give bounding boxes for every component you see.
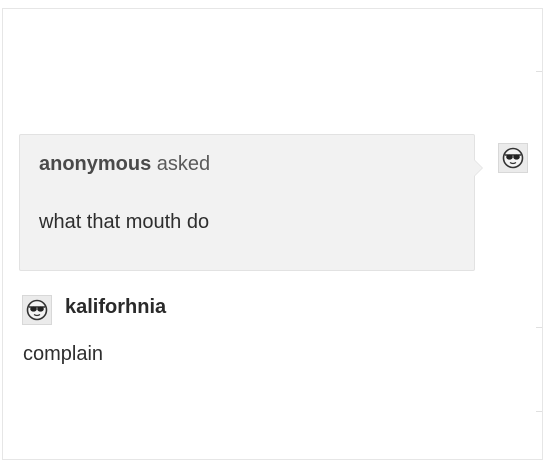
divider	[536, 71, 542, 72]
asker-line: anonymous asked	[39, 153, 210, 176]
question-text: what that mouth do	[39, 211, 210, 233]
divider	[536, 411, 542, 412]
answer-text: complain	[23, 343, 104, 365]
asker-avatar[interactable]	[498, 143, 528, 173]
answerer-avatar[interactable]	[22, 295, 52, 325]
sunglasses-face-icon	[502, 147, 524, 169]
sunglasses-face-icon	[26, 299, 48, 321]
asked-label: asked	[151, 153, 211, 175]
ask-bubble: anonymous asked what that mouth do	[19, 134, 483, 271]
bubble-pointer-fill	[474, 160, 482, 176]
divider	[536, 327, 542, 328]
asker-name: anonymous	[39, 153, 152, 175]
answerer-name-link[interactable]: kaliforhnia	[65, 296, 166, 319]
